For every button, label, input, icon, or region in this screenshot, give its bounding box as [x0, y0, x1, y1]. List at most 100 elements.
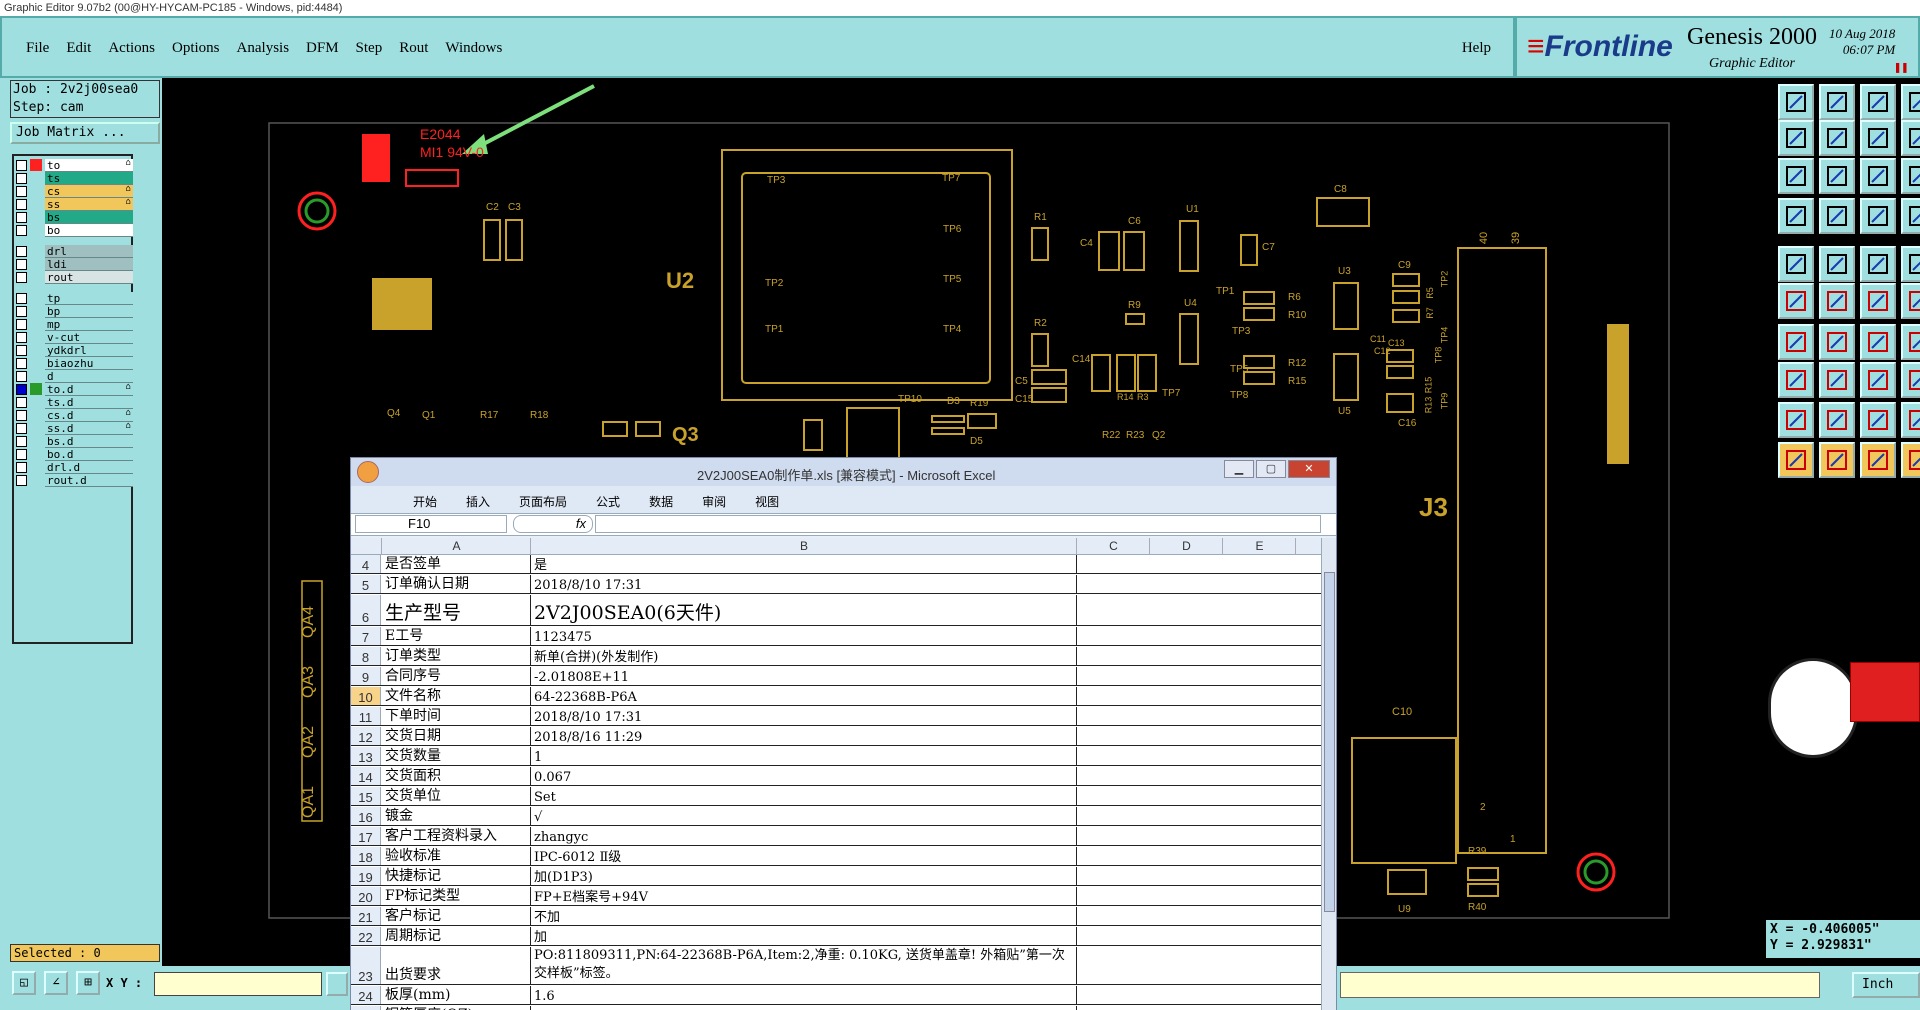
- layer-row-ldi[interactable]: ldi: [16, 257, 133, 271]
- menu-step[interactable]: Step: [350, 40, 394, 57]
- help-tool-icon[interactable]: [1901, 158, 1920, 194]
- cell-empty[interactable]: [1078, 747, 1321, 765]
- cell-field-name[interactable]: 客户标记: [383, 907, 531, 925]
- layer-row-rout.d[interactable]: rout.d: [16, 473, 133, 487]
- cell-field-name[interactable]: 生产型号: [383, 595, 531, 625]
- cell-field-name[interactable]: FP标记类型: [383, 887, 531, 905]
- layer-row-cs[interactable]: cs ⌂: [16, 184, 133, 198]
- ribbon-tab[interactable]: 插入: [466, 493, 490, 510]
- cell-field-name[interactable]: 文件名称: [383, 687, 531, 705]
- cell-field-value[interactable]: -1: [532, 1006, 1077, 1010]
- layer-row-v-cut[interactable]: v-cut: [16, 330, 133, 344]
- layers-tool-icon[interactable]: [1901, 198, 1920, 234]
- nodes-icon[interactable]: [1901, 283, 1920, 319]
- xy-input[interactable]: [154, 972, 322, 996]
- cell-field-value[interactable]: 2V2J00SEA0(6天件): [532, 595, 1077, 625]
- row-number[interactable]: 8: [351, 647, 381, 665]
- column-header-b[interactable]: B: [532, 538, 1077, 555]
- layer-row-ss[interactable]: ss ⌂: [16, 197, 133, 211]
- move-icon[interactable]: [1778, 362, 1814, 398]
- delete-tool-icon[interactable]: [1819, 362, 1855, 398]
- row-number[interactable]: 19: [351, 867, 381, 885]
- column-header-e[interactable]: E: [1224, 538, 1296, 555]
- cell-field-name[interactable]: 是否签单: [383, 555, 531, 573]
- ribbon-tab[interactable]: 数据: [649, 493, 673, 510]
- fit-icon[interactable]: [1860, 120, 1896, 156]
- layer-checkbox[interactable]: [16, 198, 27, 210]
- row-number[interactable]: 16: [351, 807, 381, 825]
- layer-row-ydkdrl[interactable]: ydkdrl: [16, 343, 133, 357]
- pointer-icon[interactable]: [1778, 442, 1814, 478]
- cell-field-value[interactable]: PO:811809311,PN:64-22368B-P6A,Item:2,净重:…: [532, 947, 1077, 984]
- layer-checkbox[interactable]: [16, 292, 27, 304]
- pad-icon[interactable]: [1901, 246, 1920, 282]
- layer-row-bo[interactable]: bo: [16, 223, 133, 237]
- layer-checkbox[interactable]: [16, 318, 27, 330]
- cell-empty[interactable]: [1078, 847, 1321, 865]
- cell-field-value[interactable]: 加: [532, 927, 1077, 945]
- layer-checkbox[interactable]: [16, 224, 27, 236]
- cell-field-name[interactable]: 订单类型: [383, 647, 531, 665]
- snap-icon[interactable]: [1778, 198, 1814, 234]
- row-number[interactable]: 9: [351, 667, 381, 685]
- row-number[interactable]: 22: [351, 927, 381, 945]
- pointer2-icon[interactable]: [1819, 442, 1855, 478]
- cell-field-name[interactable]: 交货面积: [383, 767, 531, 785]
- cell-empty[interactable]: [1078, 787, 1321, 805]
- measure-icon[interactable]: ∠: [44, 971, 68, 995]
- snap-icon[interactable]: ◱: [12, 971, 36, 995]
- cell-field-value[interactable]: Set: [532, 787, 1077, 805]
- layer-row-bs.d[interactable]: bs.d: [16, 434, 133, 448]
- resize-icon[interactable]: [1860, 362, 1896, 398]
- cell-empty[interactable]: [1078, 727, 1321, 745]
- cell-empty[interactable]: [1078, 667, 1321, 685]
- cell-empty[interactable]: [1078, 647, 1321, 665]
- grid-icon[interactable]: ⊞: [76, 971, 100, 995]
- menu-edit[interactable]: Edit: [60, 40, 102, 57]
- layer-checkbox[interactable]: [16, 409, 27, 421]
- cell-empty[interactable]: [1078, 887, 1321, 905]
- menu-rout[interactable]: Rout: [393, 40, 439, 57]
- cell-empty[interactable]: [1078, 627, 1321, 645]
- cell-empty[interactable]: [1078, 767, 1321, 785]
- cut-icon[interactable]: [1819, 283, 1855, 319]
- cell-field-name[interactable]: 板厚(mm): [383, 986, 531, 1004]
- triangle-icon[interactable]: [1778, 402, 1814, 438]
- layer-checkbox[interactable]: [16, 435, 27, 447]
- line-tool-icon[interactable]: [1860, 283, 1896, 319]
- cell-field-value[interactable]: zhangyc: [532, 827, 1077, 845]
- formula-input[interactable]: [595, 515, 1321, 533]
- scale-icon[interactable]: [1819, 158, 1855, 194]
- rectangle-icon[interactable]: [1819, 246, 1855, 282]
- cell-field-name[interactable]: 交货数量: [383, 747, 531, 765]
- cell-field-name[interactable]: 周期标记: [383, 927, 531, 945]
- row-number[interactable]: 20: [351, 887, 381, 905]
- scrollbar-thumb[interactable]: [1324, 572, 1335, 912]
- layer-row-biaozhu[interactable]: biaozhu: [16, 356, 133, 370]
- maximize-button[interactable]: ▢: [1256, 460, 1286, 478]
- vertical-scrollbar[interactable]: [1321, 538, 1336, 1010]
- cell-empty[interactable]: [1078, 555, 1321, 573]
- zoom-in-icon[interactable]: [1778, 84, 1814, 120]
- layer-row-ts.d[interactable]: ts.d: [16, 395, 133, 409]
- angle-icon[interactable]: [1778, 324, 1814, 360]
- layer-row-bp[interactable]: bp: [16, 304, 133, 318]
- excel-title-bar[interactable]: 2V2J00SEA0制作单.xls [兼容模式] - Microsoft Exc…: [351, 458, 1336, 486]
- row-number[interactable]: 14: [351, 767, 381, 785]
- cell-field-name[interactable]: 铜箔厚度(OZ): [383, 1006, 531, 1010]
- layer-checkbox[interactable]: [16, 422, 27, 434]
- triangle4-icon[interactable]: [1901, 402, 1920, 438]
- layer-row-ss.d[interactable]: ss.d ⌂: [16, 421, 133, 435]
- layer-checkbox[interactable]: [16, 461, 27, 473]
- layer-row-drl.d[interactable]: drl.d: [16, 460, 133, 474]
- triangle2-icon[interactable]: [1819, 402, 1855, 438]
- arc-icon[interactable]: [1860, 324, 1896, 360]
- pause-icon[interactable]: ❚❚: [1894, 60, 1908, 74]
- menu-options[interactable]: Options: [166, 40, 231, 57]
- ribbon-tab[interactable]: 审阅: [702, 493, 726, 510]
- job-matrix-button[interactable]: Job Matrix ...: [10, 122, 160, 144]
- select-icon[interactable]: [1778, 246, 1814, 282]
- row-number[interactable]: 24: [351, 986, 381, 1004]
- cell-field-value[interactable]: √: [532, 807, 1077, 825]
- zoom-out-icon[interactable]: [1819, 84, 1855, 120]
